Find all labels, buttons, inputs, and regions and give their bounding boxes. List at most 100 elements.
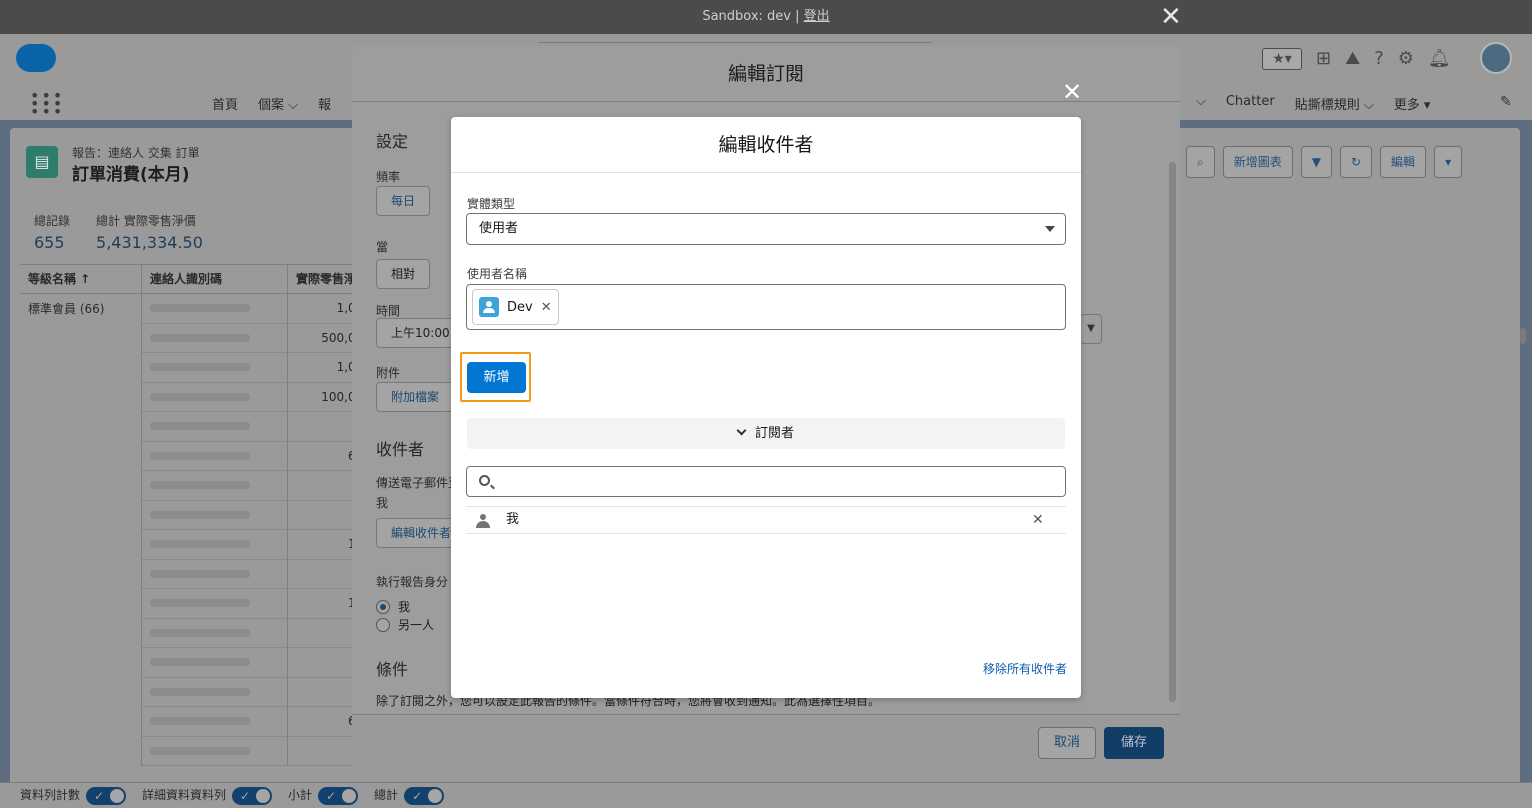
- report-table: 等級名稱 ↑ 連絡人識別碼 實際零售淨價 標準會員 (66): [20, 264, 396, 766]
- table-row: [142, 442, 287, 471]
- report-footer: 資料列計數 ✓ 詳細資料資料列 ✓ 小計 ✓ 總計 ✓: [0, 782, 1532, 808]
- toggle-switch[interactable]: ✓: [404, 786, 445, 805]
- modal-footer: 取消 儲存: [352, 714, 1180, 768]
- column-header-contact-id[interactable]: 連絡人識別碼: [142, 265, 288, 293]
- add-chart-button[interactable]: 新增圖表: [1222, 146, 1293, 178]
- subscribers-section-toggle[interactable]: 訂閱者: [467, 418, 1065, 449]
- nav-item-sticker-rules[interactable]: 貼撕標規則 ⌵: [1295, 94, 1374, 113]
- salesforce-logo-icon[interactable]: [16, 44, 56, 72]
- table-row: [142, 707, 287, 737]
- table-row: [142, 294, 287, 324]
- run-as-me-radio[interactable]: 我: [376, 598, 410, 615]
- section-settings: 設定: [376, 132, 409, 151]
- table-row: [142, 560, 287, 589]
- avatar[interactable]: [1480, 42, 1512, 74]
- toggle-subtotals[interactable]: 小計 ✓: [288, 786, 359, 805]
- modal-scrollbar[interactable]: [1169, 162, 1176, 702]
- table-row: [142, 324, 287, 353]
- close-icon[interactable]: ✕: [541, 300, 552, 315]
- person-icon: [476, 514, 490, 528]
- run-as-other-radio[interactable]: 另一人: [376, 616, 434, 633]
- sandbox-text: Sandbox: dev |: [702, 9, 804, 24]
- close-icon[interactable]: ✕: [1062, 80, 1082, 104]
- more-actions-button[interactable]: ▾: [1434, 146, 1463, 178]
- subscriber-name: 我: [506, 512, 520, 527]
- table-row: [142, 383, 287, 412]
- table-row: [142, 648, 287, 678]
- refresh-button[interactable]: ↻: [1339, 146, 1373, 178]
- table-body: 標準會員 (66) 1,000.00: [20, 294, 396, 766]
- sandbox-bar: Sandbox: dev | 登出 ✕: [0, 0, 1532, 34]
- cancel-button[interactable]: 取消: [1038, 727, 1096, 759]
- toggle-switch[interactable]: ✓: [86, 786, 127, 805]
- contact-id-column: [142, 294, 288, 766]
- close-icon[interactable]: ✕: [1032, 507, 1044, 533]
- refresh-icon: ↻: [1350, 155, 1362, 169]
- toggle-detail-rows[interactable]: 詳細資料資料列 ✓: [142, 786, 273, 805]
- frequency-daily-button[interactable]: 每日: [376, 186, 431, 216]
- when-label: 當: [376, 240, 389, 254]
- table-row: [142, 471, 287, 501]
- save-button[interactable]: 儲存: [1104, 727, 1164, 759]
- table-header: 等級名稱 ↑ 連絡人識別碼 實際零售淨價: [20, 264, 396, 294]
- list-item: 我 ✕: [466, 506, 1066, 534]
- report-toolbar: ⌕ 新增圖表 ▼ ↻ 編輯 ▾: [1186, 146, 1463, 178]
- toggle-switch[interactable]: ✓: [232, 786, 273, 805]
- entity-type-label: 實體類型: [467, 197, 516, 211]
- logout-link[interactable]: 登出: [804, 9, 830, 24]
- nav-bar-right: ⌵ Chatter 貼撕標規則 ⌵ 更多 ▾: [1196, 94, 1430, 113]
- user-lookup-input[interactable]: Dev ✕: [466, 284, 1066, 330]
- nav-bar-left: 首頁 個案 ⌵ 報: [212, 94, 331, 113]
- table-row: [142, 530, 287, 560]
- entity-type-select[interactable]: 使用者: [466, 213, 1066, 245]
- toggle-switch[interactable]: ✓: [318, 786, 359, 805]
- edit-recipients-modal: 編輯收件者 實體類型 使用者 使用者名稱 Dev ✕ 新增 訂閱者 我 ✕ 移除…: [451, 117, 1081, 698]
- radio-selected-icon[interactable]: [376, 599, 390, 614]
- bell-icon[interactable]: 🔔︎: [1428, 48, 1451, 70]
- nav-item-chatter[interactable]: Chatter: [1226, 94, 1275, 113]
- subscriber-search-input[interactable]: [466, 466, 1066, 497]
- radio-icon[interactable]: [376, 617, 390, 632]
- page-title: 訂單消費(本月): [72, 165, 190, 185]
- run-as-label: 執行報告身分: [376, 575, 449, 589]
- nav-item-more[interactable]: 更多 ▾: [1394, 94, 1431, 113]
- time-label: 時間: [376, 304, 401, 318]
- user-name-label: 使用者名稱: [467, 267, 528, 281]
- edit-nav-icon[interactable]: ✎: [1500, 94, 1512, 110]
- search-button[interactable]: ⌕: [1186, 146, 1215, 178]
- help-icon[interactable]: ?: [1374, 48, 1384, 70]
- nav-item-reports[interactable]: 報: [318, 94, 331, 113]
- plus-icon[interactable]: ⊞: [1316, 48, 1331, 70]
- section-conditions: 條件: [376, 660, 409, 679]
- filter-icon: ▼: [1311, 155, 1321, 169]
- modal-title: 編輯訂閱: [352, 46, 1180, 102]
- toggle-grand-total[interactable]: 總計 ✓: [374, 786, 445, 805]
- when-select[interactable]: 相對: [376, 259, 431, 289]
- report-stats: 總記錄 655 總計 實際零售淨價 5,431,334.50: [34, 212, 203, 252]
- column-header-tier[interactable]: 等級名稱 ↑: [20, 265, 142, 293]
- report-scrollbar[interactable]: [1520, 328, 1526, 344]
- remove-all-recipients-link[interactable]: 移除所有收件者: [983, 660, 1067, 677]
- search-icon: [479, 475, 490, 486]
- group-label[interactable]: 標準會員 (66): [20, 294, 142, 766]
- nav-item-cases[interactable]: 個案 ⌵: [258, 94, 298, 113]
- toggle-row-count[interactable]: 資料列計數 ✓: [20, 786, 127, 805]
- chevron-down-icon: ▾: [1445, 155, 1452, 169]
- filter-button[interactable]: ▼: [1300, 146, 1332, 178]
- stat-total-net-price: 總計 實際零售淨價 5,431,334.50: [96, 214, 203, 252]
- trailhead-icon[interactable]: ⛰: [1345, 48, 1360, 70]
- attach-file-button[interactable]: 附加檔案: [376, 382, 455, 412]
- modal-title: 編輯收件者: [451, 117, 1081, 173]
- star-icon[interactable]: ★▾: [1262, 48, 1302, 70]
- close-icon[interactable]: ✕: [1160, 4, 1182, 30]
- table-row: [142, 501, 287, 530]
- add-button[interactable]: 新增: [467, 362, 526, 393]
- app-launcher-icon[interactable]: ••• ••• •••: [30, 88, 62, 120]
- nav-item-dropdown[interactable]: ⌵: [1196, 94, 1206, 113]
- selected-user-pill[interactable]: Dev ✕: [472, 289, 559, 325]
- gear-icon[interactable]: ⚙: [1398, 48, 1414, 70]
- nav-item-home[interactable]: 首頁: [212, 94, 238, 113]
- edit-button[interactable]: 編輯: [1380, 146, 1427, 178]
- send-email-value: 我: [376, 496, 389, 510]
- chevron-down-icon[interactable]: ▼: [1080, 314, 1102, 344]
